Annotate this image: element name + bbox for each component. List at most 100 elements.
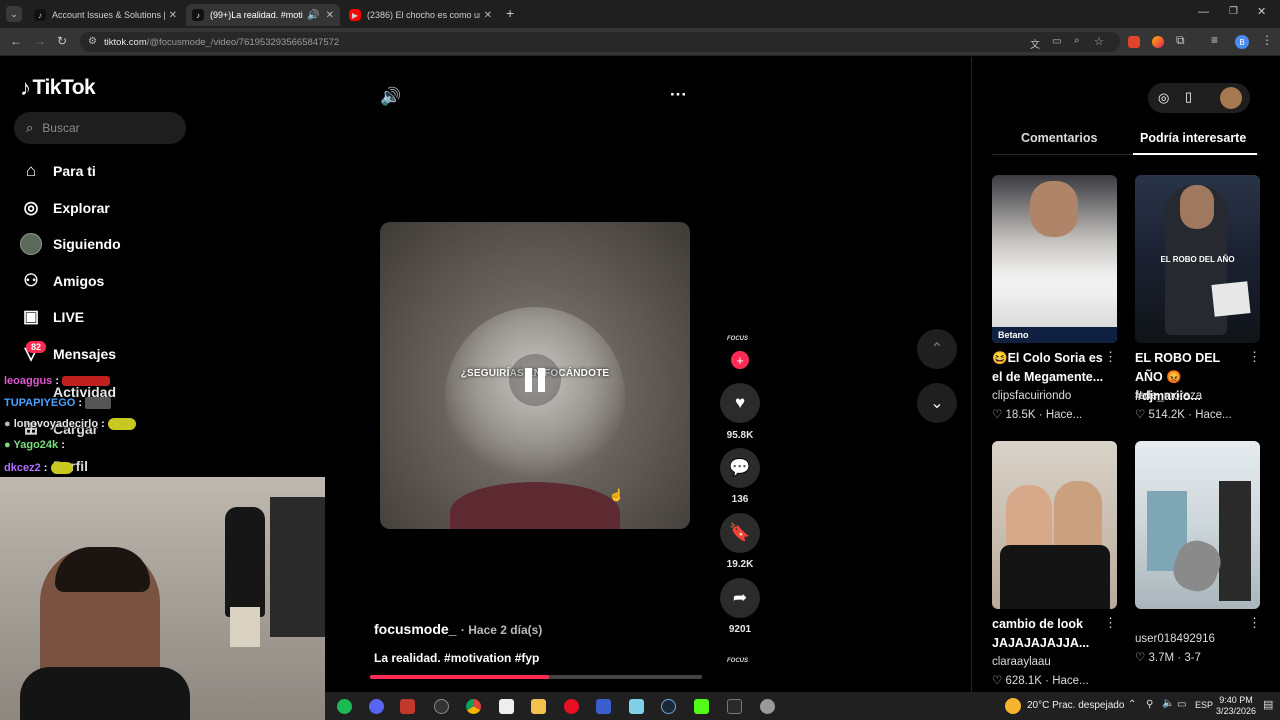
close-window-icon[interactable]: ✕	[1257, 5, 1266, 18]
profile-avatar[interactable]: B	[1235, 35, 1249, 49]
tiktok-page: ♪ TikTok ⌕ Buscar ⌂ Para ti ◎ Explorar S…	[0, 57, 1280, 720]
video-progress-bar[interactable]	[370, 675, 702, 679]
kick-icon[interactable]	[694, 699, 709, 714]
pause-button[interactable]	[509, 354, 561, 406]
video-author[interactable]: focusmode_	[374, 621, 456, 637]
video-progress-fill	[370, 675, 550, 679]
video-card-author[interactable]: clipsfacuiriondo	[992, 390, 1071, 402]
obs-icon[interactable]	[434, 699, 449, 714]
chrome-icon[interactable]	[466, 699, 481, 714]
speaker-icon[interactable]: 🔊	[307, 10, 319, 21]
avatar[interactable]	[1220, 87, 1242, 109]
bookmark-button[interactable]: 🔖	[720, 513, 760, 553]
follow-plus-button[interactable]: +	[731, 351, 749, 369]
more-icon[interactable]: ⋮	[1104, 349, 1117, 365]
more-icon[interactable]: ⋮	[1248, 349, 1261, 365]
url-input[interactable]: ⚙ tiktok.com/@focusmode_/video/761953293…	[80, 32, 1120, 52]
more-options-icon[interactable]: ···	[670, 85, 687, 105]
cast-icon[interactable]: ▭	[1052, 36, 1061, 47]
forward-icon[interactable]: →	[34, 34, 46, 48]
sidebar-item-explorar[interactable]: ◎ Explorar	[20, 197, 110, 219]
steam-icon[interactable]	[661, 699, 676, 714]
next-video-button[interactable]: ⌄	[917, 383, 957, 423]
more-icon[interactable]: ⋮	[1104, 615, 1117, 631]
spotify-icon[interactable]	[337, 699, 352, 714]
browser-tab-active[interactable]: ♪ (99+)La realidad. #motivati 🔊 ✕	[186, 4, 340, 26]
sidebar-item-siguiendo[interactable]: Siguiendo	[20, 233, 121, 255]
tab-list-button[interactable]: ⌄	[6, 6, 22, 22]
sidebar-item-label: Amigos	[53, 273, 105, 289]
weather-text[interactable]: 20°C Prac. despejado	[1027, 700, 1124, 711]
new-tab-button[interactable]: +	[506, 5, 514, 21]
restore-icon[interactable]: ❐	[1229, 6, 1238, 17]
network-icon[interactable]: ⚲	[1146, 699, 1153, 710]
reload-icon[interactable]: ↻	[57, 34, 67, 48]
like-button[interactable]: ♥	[720, 383, 760, 423]
video-card-thumbnail[interactable]	[992, 441, 1117, 609]
chevron-up-icon: ⌃	[930, 341, 944, 358]
close-icon[interactable]: ✕	[484, 10, 492, 21]
minimize-icon[interactable]: —	[1198, 6, 1209, 18]
puzzle-icon[interactable]: ⧉	[1176, 33, 1185, 48]
share-button[interactable]: ➦	[720, 578, 760, 618]
close-icon[interactable]: ✕	[169, 10, 177, 21]
opera-icon[interactable]	[564, 699, 579, 714]
tray-chevron-icon[interactable]: ⌃	[1128, 699, 1136, 710]
app-icon[interactable]	[760, 699, 775, 714]
menu-icon[interactable]: ⋮	[1261, 33, 1273, 47]
video-card-author[interactable]: claraaylaau	[992, 656, 1051, 668]
extension-icon[interactable]	[1152, 36, 1164, 48]
close-icon[interactable]: ✕	[326, 10, 334, 21]
chat-user: leoaggus	[4, 375, 53, 387]
video-card-thumbnail[interactable]: EL ROBO DEL AÑO	[1135, 175, 1260, 343]
battery-icon[interactable]: ▭	[1177, 699, 1186, 710]
translate-icon[interactable]: 文	[1030, 36, 1040, 51]
tab-comentarios[interactable]: Comentarios	[1021, 131, 1097, 145]
video-card-author[interactable]: user018492916	[1135, 633, 1215, 645]
extension-icon[interactable]	[1128, 36, 1140, 48]
sound-icon[interactable]: 🔈	[1162, 698, 1174, 709]
video-card-title[interactable]: 😆El Colo Soria es el de Megamente...	[992, 349, 1107, 387]
folder-icon[interactable]	[531, 699, 546, 714]
sidebar-item-live[interactable]: ▣ LIVE	[20, 306, 84, 328]
sidebar-item-amigos[interactable]: ⚇ Amigos	[20, 270, 104, 292]
comment-button[interactable]: 💬	[720, 448, 760, 488]
tiktok-logo[interactable]: ♪ TikTok	[20, 75, 96, 101]
previous-video-button[interactable]: ⌃	[917, 329, 957, 369]
browser-tab[interactable]: ▶ (2386) El chocho es como un m ✕	[343, 4, 498, 26]
clock[interactable]: 9:40 PM 3/23/2026	[1211, 695, 1261, 717]
creator-avatar[interactable]: FOCUS	[727, 336, 748, 342]
video-card-time: 3-7	[1184, 652, 1201, 664]
app-icon[interactable]	[499, 699, 514, 714]
back-icon[interactable]: ←	[10, 34, 22, 48]
music-disc[interactable]: FOCUS	[727, 658, 748, 664]
more-icon[interactable]: ⋮	[1248, 615, 1261, 631]
epic-icon[interactable]	[727, 699, 742, 714]
video-card-thumbnail[interactable]: Betano	[992, 175, 1117, 343]
app-icon[interactable]	[629, 699, 644, 714]
video-card-author[interactable]: fede_moraza	[1135, 390, 1202, 402]
zoom-icon[interactable]: ⌕	[1074, 35, 1080, 46]
notification-icon[interactable]: ▤	[1263, 698, 1273, 711]
compass-icon[interactable]: ◎	[1158, 90, 1169, 106]
chat-text: :	[101, 418, 105, 430]
app-icon[interactable]	[596, 699, 611, 714]
search-input[interactable]: ⌕ Buscar	[14, 112, 186, 144]
video-card-thumbnail[interactable]	[1135, 441, 1260, 609]
app-icon[interactable]	[400, 699, 415, 714]
chat-text: :	[61, 439, 65, 451]
sidebar-item-para-ti[interactable]: ⌂ Para ti	[20, 160, 96, 182]
video-player[interactable]: ¿SEGUIRÍAS EN FOCÁNDOTE ☝	[380, 222, 690, 529]
chat-message: ● Yago24k :	[4, 439, 65, 451]
tab-podria-interesarte[interactable]: Podría interesarte	[1140, 131, 1246, 145]
weather-icon[interactable]	[1005, 698, 1021, 714]
mobile-icon[interactable]: ▯	[1185, 89, 1192, 105]
media-icon[interactable]: ≡	[1211, 33, 1218, 47]
discord-icon[interactable]	[369, 699, 384, 714]
bookmark-star-icon[interactable]: ☆	[1094, 35, 1104, 48]
video-card-likes: 18.5K	[1005, 409, 1036, 421]
site-info-icon[interactable]: ⚙	[88, 36, 97, 47]
video-card-title[interactable]: cambio de look JAJAJAJAJJA...	[992, 615, 1107, 653]
browser-tab[interactable]: ♪ Account Issues & Solutions | Ti ✕	[28, 4, 183, 26]
volume-icon[interactable]: 🔊	[380, 87, 401, 107]
